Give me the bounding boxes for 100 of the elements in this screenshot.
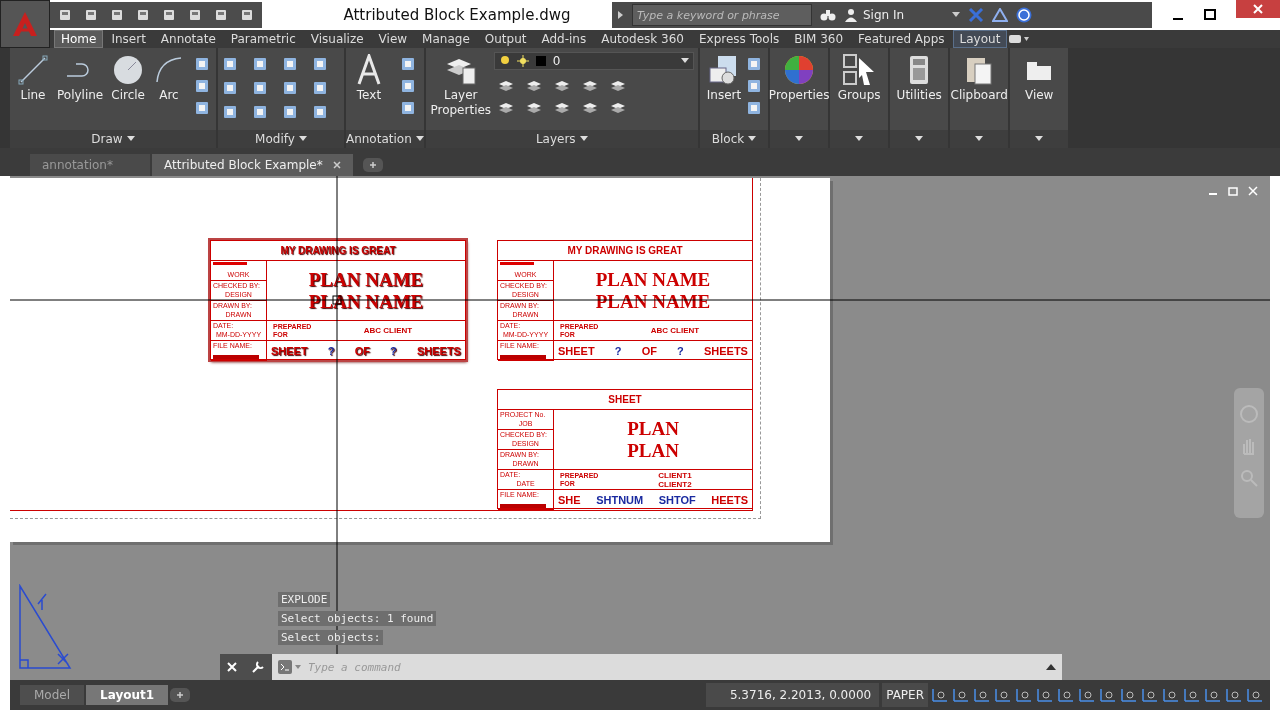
status-toggle-icon[interactable] [1162, 687, 1180, 703]
ribbon-tab[interactable]: Manage [415, 30, 477, 48]
document-tab[interactable]: Attributed Block Example* [152, 154, 353, 176]
status-toggle-icon[interactable] [1015, 687, 1033, 703]
search-field[interactable]: Type a keyword or phrase [632, 4, 812, 26]
layer-tool-icon[interactable] [553, 100, 570, 116]
clipboard-button[interactable]: Clipboard [947, 52, 1011, 105]
layer-tool-icon[interactable] [525, 78, 542, 94]
status-toggle-icon[interactable] [1078, 687, 1096, 703]
ribbon-tab[interactable]: Insert [104, 30, 153, 48]
status-toggle-icon[interactable] [1225, 687, 1243, 703]
caret-icon[interactable] [748, 136, 757, 142]
ribbon-tab[interactable]: Express Tools [692, 30, 787, 48]
status-toggle-icon[interactable] [1204, 687, 1222, 703]
ribbon-tab[interactable]: Home [54, 30, 104, 48]
status-toggle-icon[interactable] [1246, 687, 1264, 703]
layer-dropdown[interactable]: 0 [493, 52, 694, 70]
status-toggle-icon[interactable] [952, 687, 970, 703]
text-button[interactable]: Text [349, 52, 388, 105]
ribbon-tab[interactable]: Add-ins [534, 30, 594, 48]
ribbon-tab[interactable]: Featured Apps [851, 30, 952, 48]
caret-icon[interactable] [952, 12, 960, 18]
help-icon[interactable] [1016, 7, 1032, 23]
ribbon-tab[interactable]: BIM 360 [787, 30, 851, 48]
caret-icon[interactable] [126, 136, 135, 142]
new-tab-icon[interactable] [362, 158, 383, 172]
restore-icon[interactable] [1228, 186, 1238, 196]
status-toggle-icon[interactable] [1099, 687, 1117, 703]
layer-tool-icon[interactable] [609, 100, 626, 116]
layer-properties-button[interactable]: Layer Properties [429, 52, 492, 120]
sheet-number-text: SHEETS [416, 345, 461, 357]
panel-title-button[interactable]: Draw [91, 132, 123, 146]
layer-tool-icon[interactable] [581, 100, 598, 116]
layer-tool-icon[interactable] [497, 100, 514, 116]
toolbar-icon[interactable] [162, 8, 176, 22]
caret-icon[interactable] [795, 136, 804, 142]
toolbar-icon[interactable] [188, 8, 202, 22]
fill-bar [500, 504, 546, 508]
wrench-icon[interactable] [251, 660, 265, 674]
ribbon-tab[interactable]: Parametric [223, 30, 303, 48]
layout-tab[interactable]: Layout1 [86, 685, 169, 705]
ribbon-tab[interactable]: Layout [952, 30, 1008, 48]
layer-tool-icon[interactable] [553, 78, 570, 94]
toolbar-icon[interactable] [110, 8, 124, 22]
status-toggle-icon[interactable] [994, 687, 1012, 703]
ribbon-tab[interactable]: Visualize [303, 30, 371, 48]
add-layout-icon[interactable] [170, 688, 191, 702]
model-tab[interactable]: Model [20, 685, 85, 705]
status-toggle-icon[interactable] [931, 687, 949, 703]
ribbon-tab[interactable]: Annotate [153, 30, 223, 48]
caret-icon[interactable] [1035, 136, 1044, 142]
layer-tool-icon[interactable] [609, 78, 626, 94]
toolbar-icon[interactable] [136, 8, 150, 22]
layer-tool-icon[interactable] [581, 78, 598, 94]
ribbon-tab[interactable]: View [371, 30, 415, 48]
plan-name: PLAN NAME [308, 268, 424, 291]
status-toggle-icon[interactable] [1183, 687, 1201, 703]
close-button[interactable] [1236, 0, 1280, 18]
binoculars-icon[interactable] [820, 8, 836, 22]
layer-tool-icon[interactable] [525, 100, 542, 116]
status-toggle-icon[interactable] [1036, 687, 1054, 703]
status-toggle-icon[interactable] [973, 687, 991, 703]
sheet-number-text: ? [327, 345, 335, 357]
panel-toggle-icon[interactable] [1008, 34, 1031, 44]
toolbar-icon[interactable] [58, 8, 72, 22]
fill-bar [500, 355, 546, 359]
caret-icon[interactable] [415, 136, 424, 142]
toolbar-icon[interactable] [240, 8, 254, 22]
caret-icon[interactable] [855, 136, 864, 142]
paper-space-button[interactable]: PAPER [882, 683, 928, 707]
caret-up-icon[interactable] [1046, 664, 1056, 670]
caret-icon[interactable] [579, 136, 588, 142]
sheet-number-text: SHTNUM [596, 494, 644, 506]
caret-icon[interactable] [915, 136, 924, 142]
ribbon-tab[interactable]: Output [477, 30, 534, 48]
sign-in-button[interactable]: Sign In [844, 8, 944, 22]
toolbar-icon[interactable] [214, 8, 228, 22]
polyline-button[interactable]: Polyline [54, 52, 107, 105]
caret-icon[interactable] [298, 136, 307, 142]
close-icon[interactable] [332, 161, 341, 169]
command-input[interactable]: Type a command [306, 659, 1042, 675]
line-button[interactable]: Line [14, 52, 52, 105]
ribbon-tab[interactable]: Autodesk 360 [594, 30, 691, 48]
circle-button[interactable]: Circle [108, 52, 148, 105]
arc-button[interactable]: Arc [149, 52, 188, 105]
status-toggle-icon[interactable] [1057, 687, 1075, 703]
panel-title-button[interactable]: Layers [535, 132, 576, 146]
application-menu-button[interactable] [0, 0, 50, 48]
plan-name: PLAN [627, 417, 679, 440]
toolbar-icon[interactable] [84, 8, 98, 22]
insert-button[interactable]: Insert [703, 52, 745, 105]
caret-icon[interactable] [975, 136, 984, 142]
triangle-icon[interactable] [992, 8, 1008, 22]
maximize-icon[interactable] [1204, 9, 1216, 21]
layer-tool-icon[interactable] [497, 78, 514, 94]
expand-icon[interactable] [616, 10, 624, 20]
title-block-header: MY DRAWING IS GREAT [498, 241, 752, 261]
title-block-header: SHEET [498, 390, 752, 410]
status-toggle-icon[interactable] [1120, 687, 1138, 703]
status-toggle-icon[interactable] [1141, 687, 1159, 703]
